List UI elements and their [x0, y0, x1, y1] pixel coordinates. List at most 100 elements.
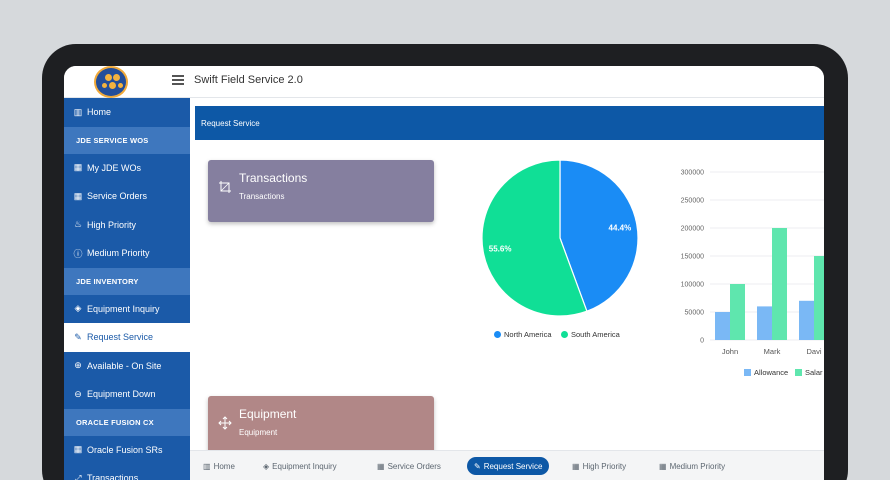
bottom-tab-label: Service Orders	[387, 461, 441, 471]
legend-swatch	[795, 369, 802, 376]
pie-data-label: 55.6%	[489, 245, 512, 254]
sidebar-section-header: JDE SERVICE WOS	[64, 126, 190, 154]
grid-icon: ▦	[73, 162, 83, 173]
bottom-tab-high-priority[interactable]: ▦ High Priority	[565, 457, 633, 475]
bar-chart-icon: ▥	[203, 461, 211, 471]
bottom-tab-label: Home	[213, 461, 235, 471]
sidebar-item-label: Service Orders	[87, 191, 148, 202]
sidebar-item-label: Equipment Down	[87, 389, 156, 400]
y-tick-label: 150000	[681, 254, 704, 261]
grid-icon: ▦	[377, 461, 385, 471]
sidebar-item-label: Request Service	[87, 332, 154, 343]
legend-label: Salar	[805, 368, 823, 377]
expand-icon: ⤢	[74, 472, 82, 480]
bottom-tab-medium-priority[interactable]: ▦ Medium Priority	[652, 457, 732, 475]
move-icon	[218, 416, 232, 430]
bottom-tab-label: High Priority	[582, 461, 627, 471]
sidebar-item-label: Equipment Inquiry	[87, 303, 160, 314]
sidebar-item-available-on-site[interactable]: ⊕ Available - On Site	[64, 352, 190, 381]
sidebar-item-label: My JDE WOs	[87, 162, 141, 173]
bar-legend-item[interactable]: Salar	[795, 368, 823, 377]
legend-swatch	[561, 331, 568, 338]
grid-icon: ▦	[73, 444, 83, 455]
hamburger-menu-icon[interactable]	[172, 75, 184, 85]
bar-allowance-john[interactable]	[715, 312, 730, 340]
bottom-tab-home[interactable]: ▥ Home	[196, 457, 242, 475]
sidebar-item-label: Oracle Fusion SRs	[87, 444, 163, 455]
grid-icon: ▦	[73, 190, 83, 201]
arrow-up-circle-icon: ⊕	[74, 360, 82, 371]
legend-swatch	[494, 331, 501, 338]
sidebar-item-label: Available - On Site	[87, 360, 162, 371]
pencil-icon: ✎	[474, 461, 481, 471]
bottom-tab-service-orders[interactable]: ▦ Service Orders	[370, 457, 448, 475]
bottom-nav: ▥ Home ◈ Equipment Inquiry ▦ Service Orders ✎ R…	[190, 450, 824, 480]
top-bar: Swift Field Service 2.0	[64, 66, 824, 98]
sidebar-item-equipment-down[interactable]: ⊖ Equipment Down	[64, 380, 190, 409]
arrow-down-circle-icon: ⊖	[74, 388, 82, 399]
sidebar-item-label: Transactions	[87, 473, 139, 480]
company-logo[interactable]	[94, 66, 128, 98]
bar-chart: 0 50000 100000 150000 200000 250000 300000 John…	[681, 170, 824, 356]
bar-allowance-davi[interactable]	[799, 300, 814, 340]
y-tick-label: 250000	[681, 198, 704, 205]
sidebar-item-high-priority[interactable]: ♨ High Priority	[64, 211, 190, 240]
legend-swatch	[744, 369, 751, 376]
y-tick-label: 50000	[685, 310, 705, 317]
pencil-icon: ✎	[74, 331, 82, 342]
legend-label: South America	[571, 330, 620, 339]
main-content: Request Service Transactions Transaction…	[195, 106, 824, 458]
x-tick-label: Mark	[764, 347, 781, 356]
card-subtitle: Equipment	[239, 428, 278, 437]
sidebar-section-header: ORACLE FUSION CX	[64, 408, 190, 436]
transactions-card[interactable]: Transactions Transactions	[208, 160, 434, 222]
sidebar-section-header: JDE INVENTORY	[64, 267, 190, 295]
grid-icon: ▦	[572, 461, 580, 471]
sidebar-item-transactions[interactable]: ⤢ Transactions	[64, 464, 190, 480]
sidebar-item-request-service[interactable]: ✎ Request Service	[64, 323, 190, 352]
pie-data-label: 44.4%	[609, 223, 632, 232]
x-tick-label: John	[722, 347, 738, 356]
pie-legend-item[interactable]: North America	[494, 330, 552, 339]
card-title: Transactions	[239, 171, 308, 185]
sidebar-item-equipment-inquiry[interactable]: ◈ Equipment Inquiry	[64, 295, 190, 324]
y-tick-label: 300000	[681, 170, 704, 177]
bar-legend-item[interactable]: Allowance	[744, 368, 788, 377]
flame-icon: ♨	[73, 219, 83, 230]
layers-icon: ◈	[74, 303, 82, 314]
card-subtitle: Transactions	[239, 192, 285, 201]
sidebar-item-my-jde-wos[interactable]: ▦ My JDE WOs	[64, 154, 190, 183]
bottom-tab-request-service[interactable]: ✎ Request Service	[467, 457, 550, 475]
bottom-tab-label: Equipment Inquiry	[272, 461, 337, 471]
sidebar-item-service-orders[interactable]: ▦ Service Orders	[64, 182, 190, 211]
sidebar-item-label: Home	[87, 107, 112, 118]
y-tick-label: 200000	[681, 226, 704, 233]
crop-icon	[219, 181, 231, 193]
bar-chart-icon: ▥	[73, 106, 83, 117]
app-title: Swift Field Service 2.0	[194, 74, 303, 86]
bottom-tab-label: Medium Priority	[669, 461, 726, 471]
sidebar-item-medium-priority[interactable]: ⓘ Medium Priority	[64, 239, 190, 268]
bar-salar-john[interactable]	[730, 284, 745, 340]
sidebar-item-oracle-fusion-srs[interactable]: ▦ Oracle Fusion SRs	[64, 436, 190, 465]
bar-salar-davi[interactable]	[814, 256, 824, 340]
bar-allowance-mark[interactable]	[757, 306, 772, 340]
alert-circle-icon: ⓘ	[73, 248, 83, 259]
legend-label: Allowance	[754, 368, 789, 377]
sidebar-item-home[interactable]: ▥ Home	[64, 98, 190, 127]
sidebar-item-label: High Priority	[87, 219, 137, 230]
equipment-card[interactable]: Equipment Equipment	[208, 396, 434, 458]
legend-label: North America	[504, 330, 552, 339]
bottom-tab-equipment-inquiry[interactable]: ◈ Equipment Inquiry	[256, 457, 344, 475]
bar-salar-mark[interactable]	[772, 228, 787, 340]
sidebar-item-label: Medium Priority	[87, 248, 150, 259]
layers-icon: ◈	[263, 461, 270, 471]
y-tick-label: 100000	[681, 282, 704, 289]
app-screen: Swift Field Service 2.0 ▥ Home JDE SERVICE…	[64, 66, 824, 480]
pie-chart: 44.4% 55.6%	[481, 159, 639, 317]
card-title: Equipment	[239, 407, 297, 421]
pie-legend-item[interactable]: South America	[561, 330, 620, 339]
bottom-tab-label: Request Service	[483, 461, 543, 471]
sidebar: ▥ Home JDE SERVICE WOS ▦ My JDE WOs ▦ Service …	[64, 98, 190, 480]
page-header: Request Service	[195, 106, 824, 140]
